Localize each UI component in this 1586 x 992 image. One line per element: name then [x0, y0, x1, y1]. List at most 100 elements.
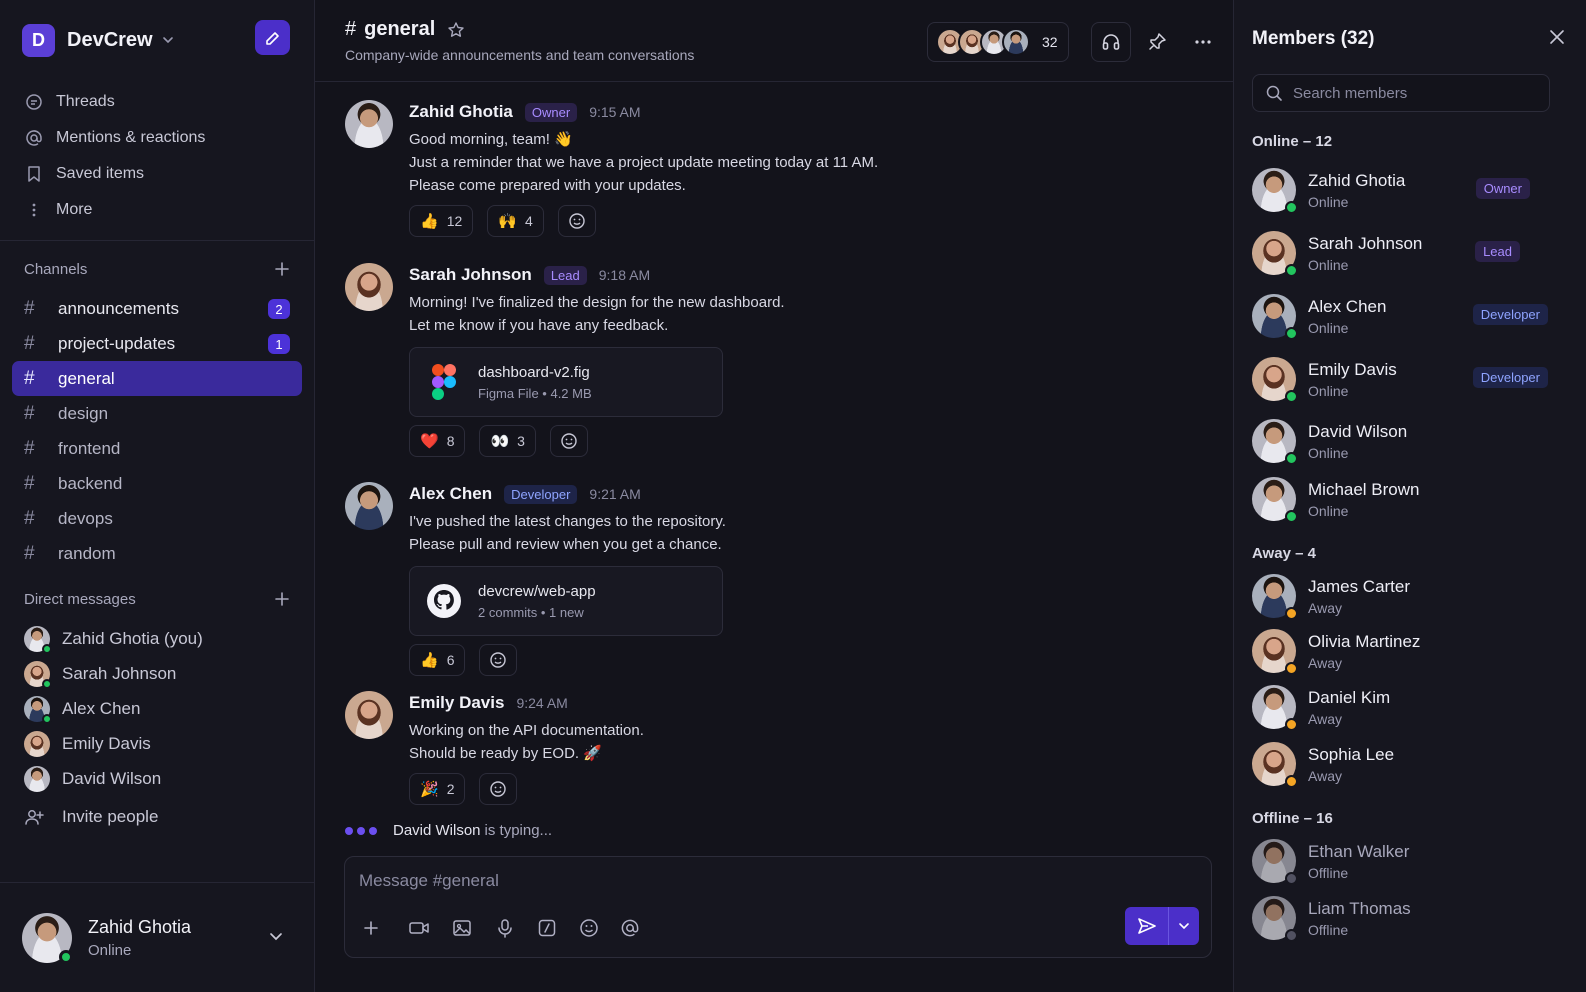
current-user-panel[interactable]: Zahid Ghotia Online — [0, 882, 314, 992]
member-name: Sarah Johnson — [1308, 233, 1423, 253]
add-reaction-button[interactable] — [479, 773, 518, 805]
channel-item-frontend[interactable]: # frontend — [12, 431, 302, 466]
member-item[interactable]: Sarah Johnson Online Lead — [1252, 229, 1550, 277]
add-dm-button[interactable] — [274, 591, 290, 607]
dm-item[interactable]: David Wilson — [12, 761, 302, 796]
member-item[interactable]: Alex Chen Online Developer — [1252, 292, 1550, 340]
chevron-down-icon[interactable] — [161, 33, 175, 47]
dm-item[interactable]: Zahid Ghotia (you) — [12, 621, 302, 656]
member-item[interactable]: Michael Brown Online — [1252, 475, 1550, 523]
member-item[interactable]: David Wilson Online — [1252, 417, 1550, 465]
channel-description: Company-wide announcements and team conv… — [345, 47, 695, 63]
member-item[interactable]: Zahid Ghotia Online Owner — [1252, 166, 1550, 214]
reaction-chip[interactable]: ❤️ 8 — [409, 425, 466, 457]
mention-icon[interactable] — [616, 914, 644, 942]
repo-attachment[interactable]: devcrew/web-app 2 commits • 1 new — [409, 566, 723, 636]
member-item[interactable]: Emily Davis Online Developer — [1252, 355, 1550, 403]
reaction-chip[interactable]: 👍 6 — [409, 644, 466, 676]
message-author[interactable]: Sarah Johnson — [409, 265, 532, 285]
member-item[interactable]: Sophia Lee Away — [1252, 740, 1550, 788]
star-icon[interactable] — [447, 21, 465, 39]
nav-item-saved[interactable]: Saved items — [12, 156, 302, 192]
microphone-icon[interactable] — [491, 914, 519, 942]
emoji-icon[interactable] — [575, 914, 603, 942]
hash-icon: # — [24, 402, 35, 424]
add-channel-button[interactable] — [274, 261, 290, 277]
away-indicator — [1285, 718, 1298, 731]
away-indicator — [1285, 607, 1298, 620]
send-button[interactable] — [1125, 907, 1169, 945]
channel-item-random[interactable]: # random — [12, 536, 302, 571]
unread-badge: 2 — [268, 299, 290, 319]
avatar — [1252, 742, 1298, 788]
avatar[interactable] — [345, 263, 393, 311]
online-indicator — [59, 949, 73, 964]
offline-indicator — [1285, 872, 1298, 885]
channel-item-devops[interactable]: # devops — [12, 501, 302, 536]
huddle-button[interactable] — [1091, 22, 1131, 62]
avatar[interactable] — [345, 691, 393, 739]
nav-item-label: Saved items — [56, 165, 145, 182]
member-item[interactable]: Ethan Walker Offline — [1252, 837, 1550, 885]
member-item[interactable]: Olivia Martinez Away — [1252, 627, 1550, 675]
workspace-name[interactable]: DevCrew — [67, 29, 153, 52]
avatar — [24, 695, 52, 724]
member-avatars-button[interactable]: 32 — [927, 22, 1069, 62]
file-attachment[interactable]: dashboard-v2.fig Figma File • 4.2 MB — [409, 347, 723, 417]
pin-button[interactable] — [1137, 22, 1177, 62]
compose-button[interactable] — [255, 20, 290, 55]
member-item[interactable]: Liam Thomas Offline — [1252, 894, 1550, 942]
message-author[interactable]: Emily Davis — [409, 693, 504, 713]
reactions: ❤️ 8 👀 3 — [409, 425, 785, 457]
nav-item-threads[interactable]: Threads — [12, 84, 302, 120]
channel-item-project-updates[interactable]: # project-updates 1 — [12, 326, 302, 361]
message-author[interactable]: Alex Chen — [409, 484, 492, 504]
message-time: 9:24 AM — [516, 695, 568, 711]
add-reaction-button[interactable] — [549, 425, 588, 457]
workspace-logo: D — [22, 23, 55, 57]
send-options-button[interactable] — [1169, 907, 1199, 945]
nav-item-more[interactable]: More — [12, 192, 302, 228]
nav-item-mentions[interactable]: Mentions & reactions — [12, 120, 302, 156]
member-name: Michael Brown — [1308, 479, 1420, 499]
reaction-chip[interactable]: 🙌 4 — [487, 205, 544, 237]
more-options-button[interactable] — [1183, 22, 1223, 62]
channel-item-general[interactable]: # general — [12, 361, 302, 396]
invite-people-button[interactable]: Invite people — [0, 798, 314, 836]
member-name: Ethan Walker — [1308, 841, 1410, 861]
group-label-away: Away – 4 — [1252, 545, 1316, 562]
search-icon — [1266, 85, 1282, 101]
reaction-chip[interactable]: 👍 12 — [409, 205, 474, 237]
reactions: 👍 12 🙌 4 — [409, 205, 878, 237]
channel-item-design[interactable]: # design — [12, 396, 302, 431]
group-label-offline: Offline – 16 — [1252, 810, 1333, 827]
close-icon[interactable] — [1548, 28, 1566, 50]
message-input[interactable] — [359, 871, 959, 891]
avatar[interactable] — [345, 100, 393, 148]
slash-command-icon[interactable] — [533, 914, 561, 942]
workspace-header[interactable]: D DevCrew — [0, 0, 314, 80]
chevron-down-icon[interactable] — [268, 928, 284, 948]
message: Emily Davis 9:24 AM Working on the API d… — [345, 691, 1203, 805]
member-search-input[interactable] — [1293, 84, 1533, 102]
reaction-chip[interactable]: 👀 3 — [479, 425, 536, 457]
add-reaction-button[interactable] — [479, 644, 518, 676]
reaction-count: 6 — [446, 652, 455, 668]
member-item[interactable]: James Carter Away — [1252, 572, 1550, 620]
dm-list: Zahid Ghotia (you) Sarah Johnson Alex Ch… — [0, 621, 314, 796]
members-panel: Members (32) Online – 12 Zahid Ghotia Onl… — [1233, 0, 1586, 992]
channel-item-backend[interactable]: # backend — [12, 466, 302, 501]
image-icon[interactable] — [448, 914, 476, 942]
video-icon[interactable] — [405, 914, 433, 942]
message-author[interactable]: Zahid Ghotia — [409, 102, 513, 122]
avatar[interactable] — [345, 482, 393, 530]
dm-item[interactable]: Emily Davis — [12, 726, 302, 761]
add-reaction-button[interactable] — [557, 205, 596, 237]
dm-item[interactable]: Alex Chen — [12, 691, 302, 726]
channel-item-announcements[interactable]: # announcements 2 — [12, 291, 302, 326]
group-label-online: Online – 12 — [1252, 133, 1333, 150]
plus-icon[interactable] — [357, 914, 385, 942]
dm-item[interactable]: Sarah Johnson — [12, 656, 302, 691]
reaction-chip[interactable]: 🎉 2 — [409, 773, 466, 805]
member-item[interactable]: Daniel Kim Away — [1252, 683, 1550, 731]
